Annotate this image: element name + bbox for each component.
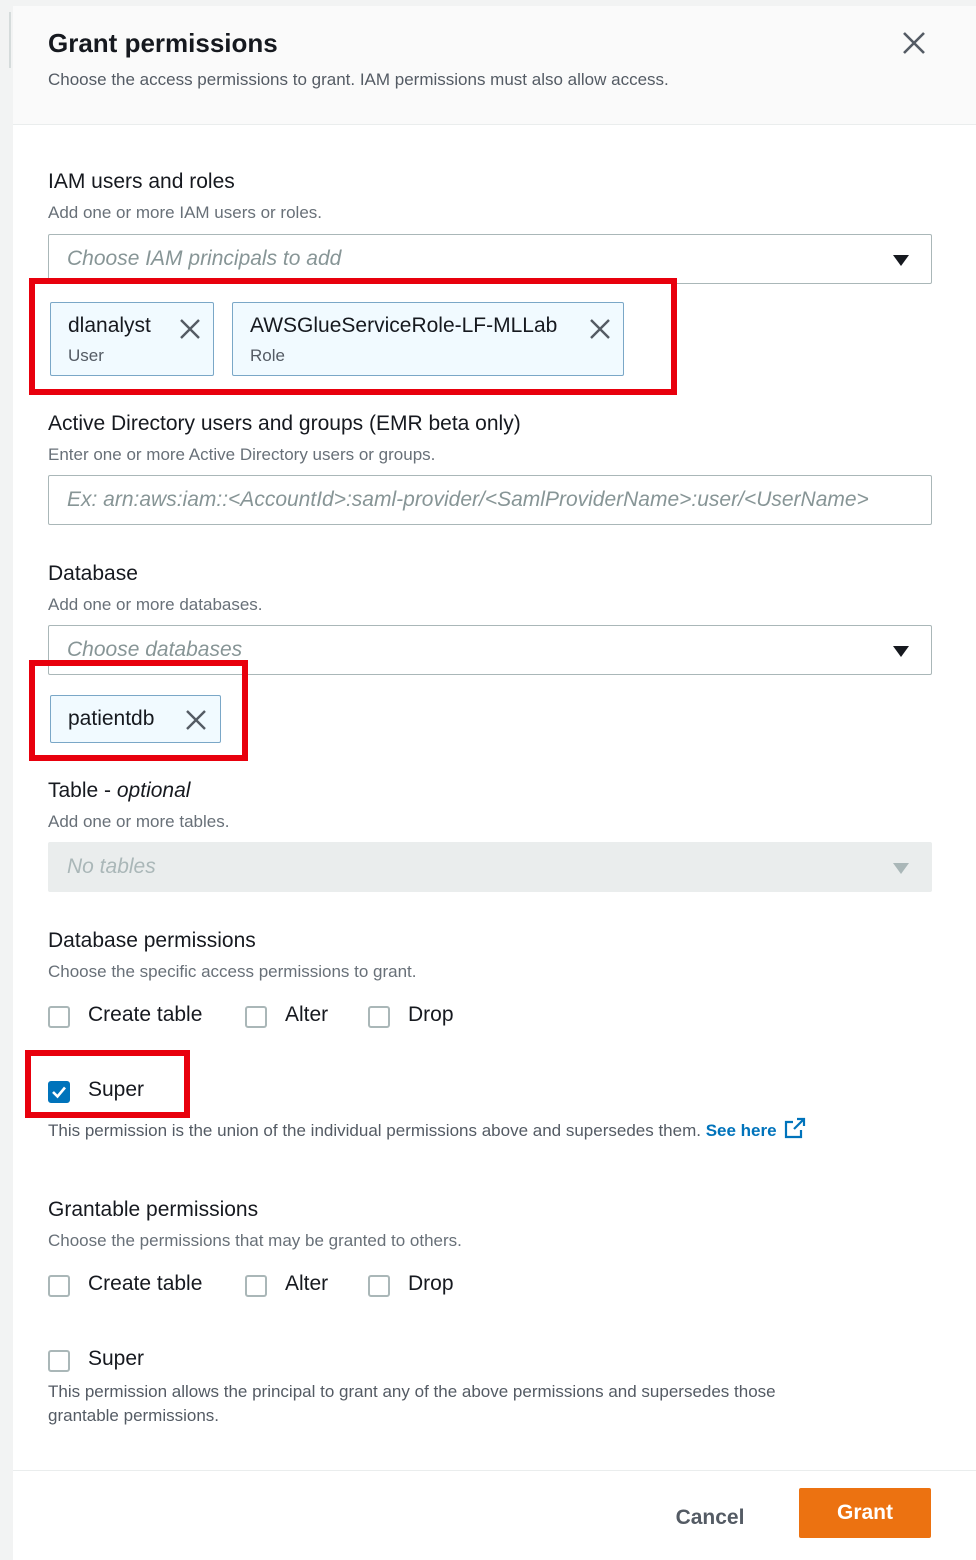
iam-placeholder: Choose IAM principals to add <box>67 247 342 270</box>
token-name: dlanalyst <box>68 314 151 337</box>
super-help-text: This permission is the union of the indi… <box>48 1116 807 1141</box>
alter-checkbox[interactable] <box>245 1006 267 1028</box>
grantable-super-checkbox[interactable] <box>48 1350 70 1372</box>
drop-checkbox[interactable] <box>368 1006 390 1028</box>
db-permissions-description: Choose the specific access permissions t… <box>48 962 417 981</box>
token-name: AWSGlueServiceRole-LF-MLLab <box>250 314 558 337</box>
dialog-title: Grant permissions <box>48 28 278 58</box>
dialog-subtitle: Choose the access permissions to grant. … <box>48 70 669 89</box>
database-token: patientdb <box>50 695 221 743</box>
iam-token-role: AWSGlueServiceRole-LF-MLLab Role <box>232 302 624 376</box>
grantable-create-table-checkbox[interactable] <box>48 1275 70 1297</box>
grantable-drop-label: Drop <box>408 1272 454 1295</box>
ad-placeholder: Ex: arn:aws:iam::<AccountId>:saml-provid… <box>67 488 869 511</box>
remove-token-icon[interactable] <box>587 316 613 342</box>
ad-users-input[interactable]: Ex: arn:aws:iam::<AccountId>:saml-provid… <box>48 475 932 525</box>
database-description: Add one or more databases. <box>48 595 263 614</box>
database-select[interactable]: Choose databases <box>48 625 932 675</box>
caret-down-icon <box>893 255 909 266</box>
remove-token-icon[interactable] <box>177 316 203 342</box>
iam-principals-select[interactable]: Choose IAM principals to add <box>48 234 932 284</box>
table-label-optional: optional <box>116 779 191 802</box>
cancel-button[interactable]: Cancel <box>653 1493 767 1543</box>
grantable-label: Grantable permissions <box>48 1198 259 1221</box>
table-select: No tables <box>48 842 932 892</box>
remove-token-icon[interactable] <box>183 707 209 733</box>
db-permissions-label: Database permissions <box>48 929 256 952</box>
token-name: patientdb <box>68 707 155 730</box>
caret-down-icon <box>893 863 909 874</box>
token-type: Role <box>250 346 285 365</box>
grantable-drop-checkbox[interactable] <box>368 1275 390 1297</box>
grantable-description: Choose the permissions that may be grant… <box>48 1231 462 1250</box>
super-checkbox[interactable] <box>48 1081 70 1103</box>
grant-button[interactable]: Grant <box>799 1488 931 1538</box>
create-table-label: Create table <box>88 1003 203 1026</box>
database-placeholder: Choose databases <box>67 638 243 661</box>
super-label: Super <box>88 1078 145 1101</box>
background-strip <box>0 0 13 1560</box>
super-help: This permission is the union of the indi… <box>48 1121 701 1140</box>
ad-description: Enter one or more Active Directory users… <box>48 445 436 464</box>
table-label: Table - optional <box>48 779 190 803</box>
dialog-header: Grant permissions Choose the access perm… <box>13 6 976 125</box>
see-here-text: See here <box>705 1121 777 1140</box>
checkmark-icon <box>52 1086 66 1099</box>
ad-label: Active Directory users and groups (EMR b… <box>48 412 521 435</box>
grantable-super-help-line2: grantable permissions. <box>48 1406 220 1425</box>
token-type: User <box>68 346 104 365</box>
table-placeholder: No tables <box>67 855 156 878</box>
dialog-footer: Cancel Grant <box>13 1470 976 1560</box>
iam-token-user: dlanalyst User <box>50 302 214 376</box>
close-icon[interactable] <box>899 28 929 58</box>
iam-label: IAM users and roles <box>48 170 235 193</box>
grantable-alter-checkbox[interactable] <box>245 1275 267 1297</box>
grant-permissions-dialog: Grant permissions Choose the access perm… <box>13 6 976 1560</box>
grantable-alter-label: Alter <box>285 1272 329 1295</box>
caret-down-icon <box>893 646 909 657</box>
table-description: Add one or more tables. <box>48 812 230 831</box>
see-here-link[interactable]: See here <box>705 1117 807 1140</box>
create-table-checkbox[interactable] <box>48 1006 70 1028</box>
grantable-super-help-line1: This permission allows the principal to … <box>48 1382 776 1401</box>
database-label: Database <box>48 562 138 585</box>
grantable-super-label: Super <box>88 1347 145 1370</box>
table-label-text: Table - <box>48 779 117 802</box>
grantable-create-table-label: Create table <box>88 1272 203 1295</box>
scroll-edge <box>9 12 11 68</box>
alter-label: Alter <box>285 1003 329 1026</box>
external-link-icon <box>784 1117 805 1139</box>
drop-label: Drop <box>408 1003 454 1026</box>
iam-description: Add one or more IAM users or roles. <box>48 203 323 222</box>
